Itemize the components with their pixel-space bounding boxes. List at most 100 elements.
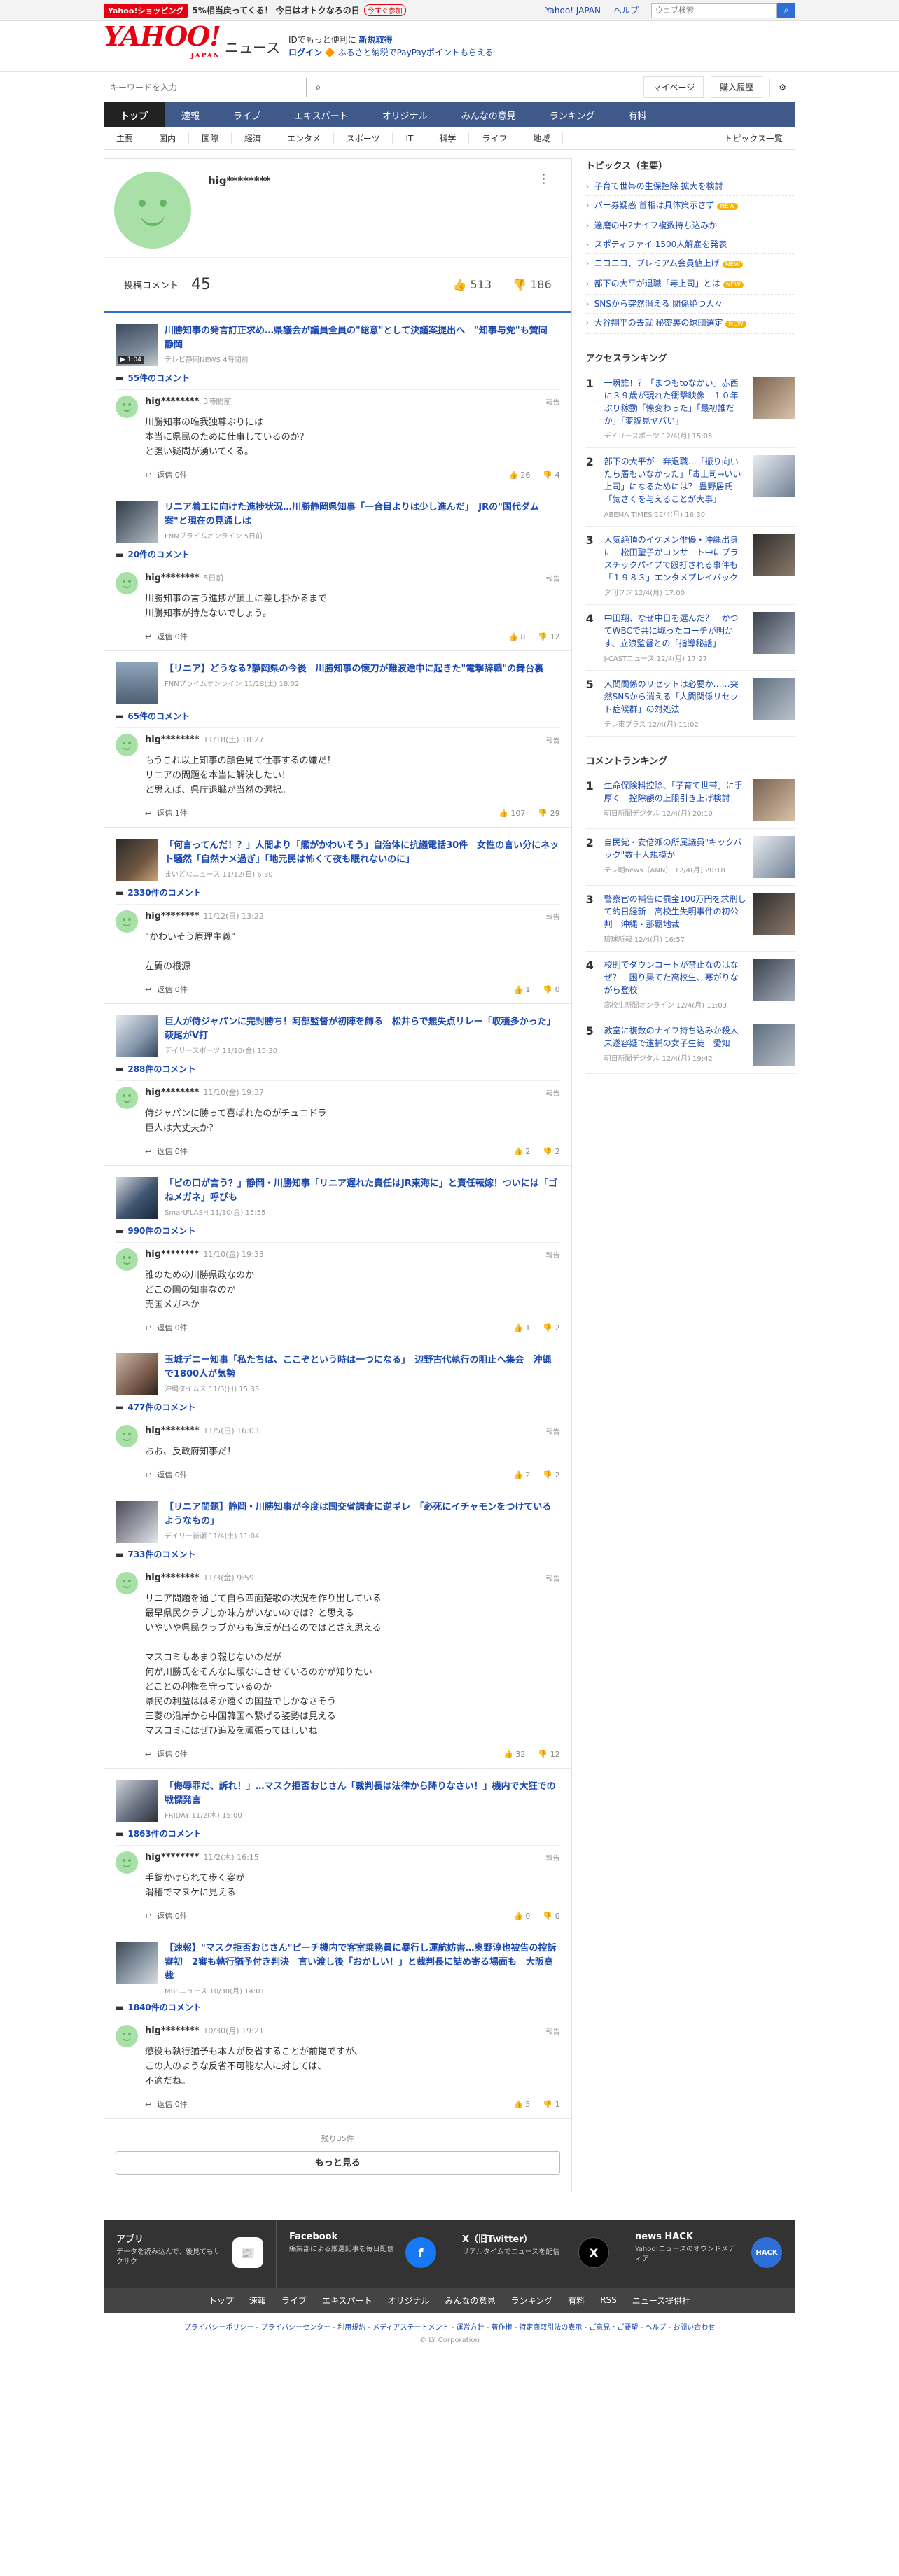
nav-expert[interactable]: エキスパート: [277, 102, 365, 127]
article-link[interactable]: リニア着工に向けた進捗状況…川勝静岡県知事「一合目よりは少し進んだ」 JRの"国…: [116, 501, 560, 543]
report-link[interactable]: 報告: [546, 1852, 560, 1863]
cat-main[interactable]: 主要: [104, 132, 147, 144]
topic-item[interactable]: パー券疑惑 首相は具体策示さずNEW: [585, 196, 795, 216]
nav-original[interactable]: オリジナル: [365, 102, 445, 127]
topic-title[interactable]: 部下の大平が退職「毒上司」とは: [594, 279, 720, 288]
topic-title[interactable]: 大谷翔平の去就 秘密裏の球団選定: [594, 318, 723, 328]
report-link[interactable]: 報告: [546, 1426, 560, 1436]
ranking-item[interactable]: 1 生命保険料控除、「子育て世帯」に手厚く 控除額の上限引き上げ検討 朝日新聞デジタ…: [585, 772, 795, 829]
article-thumbnail[interactable]: [116, 1501, 158, 1543]
downvote-button[interactable]: 👎 2: [543, 1147, 559, 1156]
footer-nav-item[interactable]: 速報: [249, 2295, 266, 2306]
help-link[interactable]: ヘルプ: [613, 4, 639, 16]
downvote-button[interactable]: 👎 2: [543, 1470, 559, 1480]
ranking-title[interactable]: 中田翔、なぜ中日を選んだ？ かつてWBCで共に戦ったコーチが明かす、立浪監督との…: [604, 612, 746, 650]
comment-count-link[interactable]: ▬ 733件のコメント: [116, 1548, 560, 1560]
cat-economy[interactable]: 経済: [232, 132, 275, 144]
ranking-thumbnail[interactable]: [753, 612, 795, 654]
article-title[interactable]: 【リニア問題】静岡・川勝知事が今度は国交省調査に逆ギレ 「必死にイチャモンをつけ…: [165, 1501, 560, 1529]
facebook-icon[interactable]: f: [405, 2237, 436, 2268]
nav-flash[interactable]: 速報: [165, 102, 216, 127]
footer-nav-item[interactable]: RSS: [600, 2295, 617, 2305]
avatar[interactable]: [116, 1425, 138, 1447]
reply-icon[interactable]: ↩: [145, 985, 151, 994]
reply-count-button[interactable]: 返信 0件: [157, 1322, 188, 1333]
web-search-input[interactable]: [651, 2, 777, 18]
downvote-button[interactable]: 👎 12: [538, 632, 559, 641]
article-title[interactable]: 「ビの口が言う？」静岡・川勝知事「リニア遅れた責任はJR東海に」と責任転嫁！つい…: [165, 1177, 560, 1205]
topic-title[interactable]: SNSから突然消える 関係絶つ人々: [594, 299, 723, 309]
comment-username[interactable]: hig********: [145, 734, 199, 745]
article-title[interactable]: 玉城デニー知事「私たちは、ここぞという時は一つになる」 辺野古代執行の阻止へ集会…: [165, 1353, 560, 1381]
footer-box[interactable]: アプリ データを読み込んで、後見てもサクサク 📰: [104, 2220, 277, 2288]
avatar[interactable]: [116, 1851, 138, 1874]
footer-nav-item[interactable]: ニュース提供社: [632, 2295, 690, 2306]
cat-domestic[interactable]: 国内: [146, 132, 190, 144]
reply-count-button[interactable]: 返信 0件: [157, 1910, 188, 1921]
avatar[interactable]: [116, 396, 138, 418]
ranking-title[interactable]: 自民党・安倍派の所属議員"キックバック"数十人規模か: [604, 836, 746, 861]
comment-count-link[interactable]: ▬ 990件のコメント: [116, 1225, 560, 1237]
reply-count-button[interactable]: 返信 0件: [157, 631, 188, 642]
downvote-button[interactable]: 👎 12: [538, 1750, 559, 1759]
comment-username[interactable]: hig********: [145, 2026, 199, 2036]
avatar[interactable]: [116, 572, 138, 594]
comment-username[interactable]: hig********: [145, 1852, 199, 1863]
footer-nav-item[interactable]: ランキング: [511, 2295, 553, 2306]
reply-count-button[interactable]: 返信 0件: [157, 2098, 188, 2110]
topic-item[interactable]: スポティファイ 1500人解雇を発表: [585, 235, 795, 254]
ranking-item[interactable]: 4 中田翔、なぜ中日を選んだ？ かつてWBCで共に戦ったコーチが明かす、立浪監督と…: [585, 605, 795, 671]
comment-count-link[interactable]: ▬ 2330件のコメント: [116, 886, 560, 898]
topic-title[interactable]: 達磨の中2ナイフ複数持ち込みか: [594, 221, 718, 230]
report-link[interactable]: 報告: [546, 1249, 560, 1260]
reply-icon[interactable]: ↩: [145, 2100, 151, 2109]
ranking-thumbnail[interactable]: [753, 377, 795, 419]
report-link[interactable]: 報告: [546, 1573, 560, 1583]
ranking-thumbnail[interactable]: [753, 1024, 795, 1066]
ranking-thumbnail[interactable]: [753, 779, 795, 821]
downvote-button[interactable]: 👎 2: [543, 1323, 559, 1332]
upvote-button[interactable]: 👍 32: [503, 1750, 525, 1759]
report-link[interactable]: 報告: [546, 2026, 560, 2036]
topic-item[interactable]: 部下の大平が退職「毒上司」とはNEW: [585, 274, 795, 295]
article-title[interactable]: 「何言ってんだ！？」人間より「熊がかわいそう」自治体に抗議電話30件 女性の言い…: [165, 839, 560, 867]
comment-username[interactable]: hig********: [145, 573, 199, 583]
footer-nav-item[interactable]: エキスパート: [322, 2295, 372, 2306]
article-thumbnail[interactable]: [116, 1015, 158, 1057]
reply-icon[interactable]: ↩: [145, 471, 151, 480]
ranking-thumbnail[interactable]: [753, 959, 795, 1001]
ranking-title[interactable]: 一瞬誰！？「まつもtoなかい」赤西に３９歳が現れた衝撃映像 １０年ぶり稼動「懐変…: [604, 377, 746, 427]
promo-text[interactable]: 5%相当戻ってくる！ 今日はオトクなろの日: [192, 4, 359, 16]
mypage-button[interactable]: マイページ: [643, 76, 704, 98]
reply-icon[interactable]: ↩: [145, 1750, 151, 1759]
avatar[interactable]: [116, 1087, 138, 1109]
reply-count-button[interactable]: 返信 0件: [157, 984, 188, 995]
report-link[interactable]: 報告: [546, 1087, 560, 1098]
cat-local[interactable]: 地域: [520, 132, 564, 144]
ranking-item[interactable]: 2 部下の大平が一奔退職…「振り向いたら層もいなかった」「毒上司→いい上司」になる…: [585, 448, 795, 527]
article-link[interactable]: 【リニア】どうなる?静岡県の今後 川勝知事の懐刀が難波途中に起きた"電撃辞職"の…: [116, 662, 560, 704]
reply-count-button[interactable]: 返信 1件: [157, 807, 188, 819]
footer-nav-item[interactable]: オリジナル: [388, 2295, 430, 2306]
comment-username[interactable]: hig********: [145, 396, 199, 407]
upvote-button[interactable]: 👍 26: [508, 471, 530, 480]
article-title[interactable]: 川勝知事の発言訂正求め…県議会が議員全員の"総意"として決議案提出へ "知事与党…: [165, 324, 560, 352]
comment-count-link[interactable]: ▬ 55件のコメント: [116, 372, 560, 384]
reply-icon[interactable]: ↩: [145, 1147, 151, 1156]
comment-username[interactable]: hig********: [145, 911, 199, 921]
report-link[interactable]: 報告: [546, 911, 560, 921]
ranking-item[interactable]: 3 人気絶頂のイケメン俳優・沖縄出身に 松田聖子がコンサート中にプラスチックパイプ…: [585, 527, 795, 605]
topic-item[interactable]: 達磨の中2ナイフ複数持ち込みか: [585, 216, 795, 235]
topic-item[interactable]: ニコニコ、プレミアム会員値上げNEW: [585, 254, 795, 274]
avatar[interactable]: [116, 910, 138, 933]
ranking-thumbnail[interactable]: [753, 534, 795, 576]
login-link[interactable]: ログイン: [288, 48, 322, 57]
comment-username[interactable]: hig********: [145, 1573, 199, 1583]
article-title[interactable]: 巨人が侍ジャパンに完封勝ち！阿部監督が初陣を飾る 松井らで無失点リレー「収穫多か…: [165, 1015, 560, 1043]
promo-join-button[interactable]: 今すぐ参加: [363, 4, 406, 16]
ranking-thumbnail[interactable]: [753, 893, 795, 935]
report-link[interactable]: 報告: [546, 734, 560, 745]
article-link[interactable]: 【リニア問題】静岡・川勝知事が今度は国交省調査に逆ギレ 「必死にイチャモンをつけ…: [116, 1501, 560, 1543]
avatar[interactable]: [116, 2025, 138, 2047]
article-thumbnail[interactable]: [116, 1942, 158, 1984]
